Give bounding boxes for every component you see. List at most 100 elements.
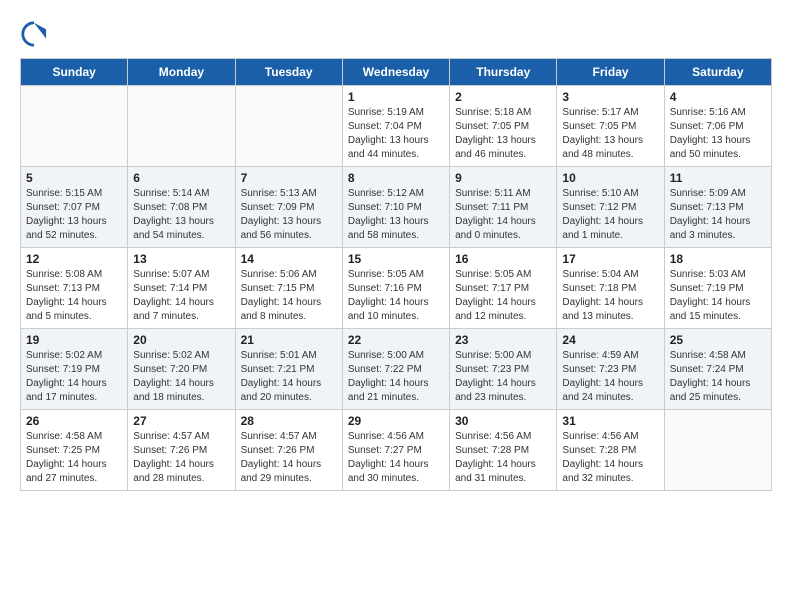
day-number: 3 [562, 90, 658, 104]
weekday-monday: Monday [128, 59, 235, 86]
calendar-cell: 29 Sunrise: 4:56 AM Sunset: 7:27 PM Dayli… [342, 410, 449, 491]
day-number: 30 [455, 414, 551, 428]
calendar-cell: 17Sunrise: 5:04 AM Sunset: 7:18 PM Dayli… [557, 248, 664, 329]
day-info: Sunrise: 5:19 AM Sunset: 7:04 PM Dayligh… [348, 106, 444, 162]
day-info: Sunrise: 5:06 AM Sunset: 7:15 PM Dayligh… [241, 268, 337, 324]
day-number: 17 [562, 252, 658, 266]
calendar-cell: 16 Sunrise: 5:05 AM Sunset: 7:17 PM Dayli… [450, 248, 557, 329]
calendar-week-5: 26 Sunrise: 4:58 AM Sunset: 7:25 PM Dayli… [21, 410, 772, 491]
day-number: 20 [133, 333, 229, 347]
day-number: 18 [670, 252, 766, 266]
day-number: 9 [455, 171, 551, 185]
day-info: Sunrise: 5:12 AM Sunset: 7:10 PM Dayligh… [348, 187, 444, 243]
day-number: 22 [348, 333, 444, 347]
weekday-wednesday: Wednesday [342, 59, 449, 86]
weekday-header-row: SundayMondayTuesdayWednesdayThursdayFrid… [21, 59, 772, 86]
day-info: Sunrise: 5:00 AM Sunset: 7:22 PM Dayligh… [348, 349, 444, 405]
day-number: 4 [670, 90, 766, 104]
calendar-cell: 8 Sunrise: 5:12 AM Sunset: 7:10 PM Daylig… [342, 167, 449, 248]
day-number: 21 [241, 333, 337, 347]
day-number: 14 [241, 252, 337, 266]
day-info: Sunrise: 5:05 AM Sunset: 7:16 PM Dayligh… [348, 268, 444, 324]
day-number: 29 [348, 414, 444, 428]
day-info: Sunrise: 4:57 AM Sunset: 7:26 PM Dayligh… [241, 430, 337, 486]
day-info: Sunrise: 5:00 AM Sunset: 7:23 PM Dayligh… [455, 349, 551, 405]
page-header [20, 20, 772, 48]
calendar-cell: 13 Sunrise: 5:07 AM Sunset: 7:14 PM Dayli… [128, 248, 235, 329]
calendar-cell: 19 Sunrise: 5:02 AM Sunset: 7:19 PM Dayli… [21, 329, 128, 410]
day-number: 26 [26, 414, 122, 428]
day-info: Sunrise: 5:03 AM Sunset: 7:19 PM Dayligh… [670, 268, 766, 324]
calendar-cell [128, 86, 235, 167]
calendar-body: 1 Sunrise: 5:19 AM Sunset: 7:04 PM Daylig… [21, 86, 772, 491]
day-number: 5 [26, 171, 122, 185]
calendar-cell: 9Sunrise: 5:11 AM Sunset: 7:11 PM Daylig… [450, 167, 557, 248]
calendar-week-4: 19 Sunrise: 5:02 AM Sunset: 7:19 PM Dayli… [21, 329, 772, 410]
calendar-cell: 23Sunrise: 5:00 AM Sunset: 7:23 PM Dayli… [450, 329, 557, 410]
calendar-cell [21, 86, 128, 167]
day-info: Sunrise: 5:08 AM Sunset: 7:13 PM Dayligh… [26, 268, 122, 324]
day-number: 6 [133, 171, 229, 185]
day-number: 10 [562, 171, 658, 185]
calendar-cell: 21 Sunrise: 5:01 AM Sunset: 7:21 PM Dayli… [235, 329, 342, 410]
logo [20, 20, 52, 48]
day-info: Sunrise: 5:16 AM Sunset: 7:06 PM Dayligh… [670, 106, 766, 162]
calendar-cell: 12 Sunrise: 5:08 AM Sunset: 7:13 PM Dayli… [21, 248, 128, 329]
weekday-saturday: Saturday [664, 59, 771, 86]
day-number: 7 [241, 171, 337, 185]
day-info: Sunrise: 5:10 AM Sunset: 7:12 PM Dayligh… [562, 187, 658, 243]
day-number: 27 [133, 414, 229, 428]
calendar-cell [664, 410, 771, 491]
day-info: Sunrise: 4:57 AM Sunset: 7:26 PM Dayligh… [133, 430, 229, 486]
day-info: Sunrise: 4:56 AM Sunset: 7:28 PM Dayligh… [455, 430, 551, 486]
calendar-cell: 26 Sunrise: 4:58 AM Sunset: 7:25 PM Dayli… [21, 410, 128, 491]
day-info: Sunrise: 5:18 AM Sunset: 7:05 PM Dayligh… [455, 106, 551, 162]
day-number: 13 [133, 252, 229, 266]
weekday-tuesday: Tuesday [235, 59, 342, 86]
day-info: Sunrise: 5:07 AM Sunset: 7:14 PM Dayligh… [133, 268, 229, 324]
day-number: 1 [348, 90, 444, 104]
calendar-cell [235, 86, 342, 167]
day-info: Sunrise: 4:56 AM Sunset: 7:27 PM Dayligh… [348, 430, 444, 486]
calendar-cell: 14 Sunrise: 5:06 AM Sunset: 7:15 PM Dayli… [235, 248, 342, 329]
calendar-week-3: 12 Sunrise: 5:08 AM Sunset: 7:13 PM Dayli… [21, 248, 772, 329]
calendar-cell: 5 Sunrise: 5:15 AM Sunset: 7:07 PM Daylig… [21, 167, 128, 248]
day-info: Sunrise: 5:13 AM Sunset: 7:09 PM Dayligh… [241, 187, 337, 243]
day-number: 31 [562, 414, 658, 428]
day-number: 2 [455, 90, 551, 104]
day-number: 12 [26, 252, 122, 266]
calendar-week-1: 1 Sunrise: 5:19 AM Sunset: 7:04 PM Daylig… [21, 86, 772, 167]
day-number: 19 [26, 333, 122, 347]
logo-icon [20, 20, 48, 48]
calendar-cell: 15Sunrise: 5:05 AM Sunset: 7:16 PM Dayli… [342, 248, 449, 329]
calendar-cell: 2 Sunrise: 5:18 AM Sunset: 7:05 PM Daylig… [450, 86, 557, 167]
calendar-cell: 31 Sunrise: 4:56 AM Sunset: 7:28 PM Dayli… [557, 410, 664, 491]
day-number: 16 [455, 252, 551, 266]
calendar-cell: 30 Sunrise: 4:56 AM Sunset: 7:28 PM Dayli… [450, 410, 557, 491]
weekday-thursday: Thursday [450, 59, 557, 86]
day-info: Sunrise: 5:01 AM Sunset: 7:21 PM Dayligh… [241, 349, 337, 405]
calendar-cell: 11 Sunrise: 5:09 AM Sunset: 7:13 PM Dayli… [664, 167, 771, 248]
day-info: Sunrise: 5:05 AM Sunset: 7:17 PM Dayligh… [455, 268, 551, 324]
weekday-friday: Friday [557, 59, 664, 86]
day-number: 8 [348, 171, 444, 185]
day-number: 24 [562, 333, 658, 347]
calendar-cell: 27 Sunrise: 4:57 AM Sunset: 7:26 PM Dayli… [128, 410, 235, 491]
day-info: Sunrise: 5:15 AM Sunset: 7:07 PM Dayligh… [26, 187, 122, 243]
calendar-cell: 18 Sunrise: 5:03 AM Sunset: 7:19 PM Dayli… [664, 248, 771, 329]
day-number: 28 [241, 414, 337, 428]
day-info: Sunrise: 5:02 AM Sunset: 7:19 PM Dayligh… [26, 349, 122, 405]
day-info: Sunrise: 4:56 AM Sunset: 7:28 PM Dayligh… [562, 430, 658, 486]
day-info: Sunrise: 5:02 AM Sunset: 7:20 PM Dayligh… [133, 349, 229, 405]
day-info: Sunrise: 4:58 AM Sunset: 7:25 PM Dayligh… [26, 430, 122, 486]
day-info: Sunrise: 4:58 AM Sunset: 7:24 PM Dayligh… [670, 349, 766, 405]
calendar-cell: 1 Sunrise: 5:19 AM Sunset: 7:04 PM Daylig… [342, 86, 449, 167]
calendar-cell: 20 Sunrise: 5:02 AM Sunset: 7:20 PM Dayli… [128, 329, 235, 410]
calendar-table: SundayMondayTuesdayWednesdayThursdayFrid… [20, 58, 772, 491]
calendar-week-2: 5 Sunrise: 5:15 AM Sunset: 7:07 PM Daylig… [21, 167, 772, 248]
calendar-cell: 25Sunrise: 4:58 AM Sunset: 7:24 PM Dayli… [664, 329, 771, 410]
calendar-cell: 6Sunrise: 5:14 AM Sunset: 7:08 PM Daylig… [128, 167, 235, 248]
calendar-cell: 3Sunrise: 5:17 AM Sunset: 7:05 PM Daylig… [557, 86, 664, 167]
day-number: 11 [670, 171, 766, 185]
day-info: Sunrise: 5:09 AM Sunset: 7:13 PM Dayligh… [670, 187, 766, 243]
